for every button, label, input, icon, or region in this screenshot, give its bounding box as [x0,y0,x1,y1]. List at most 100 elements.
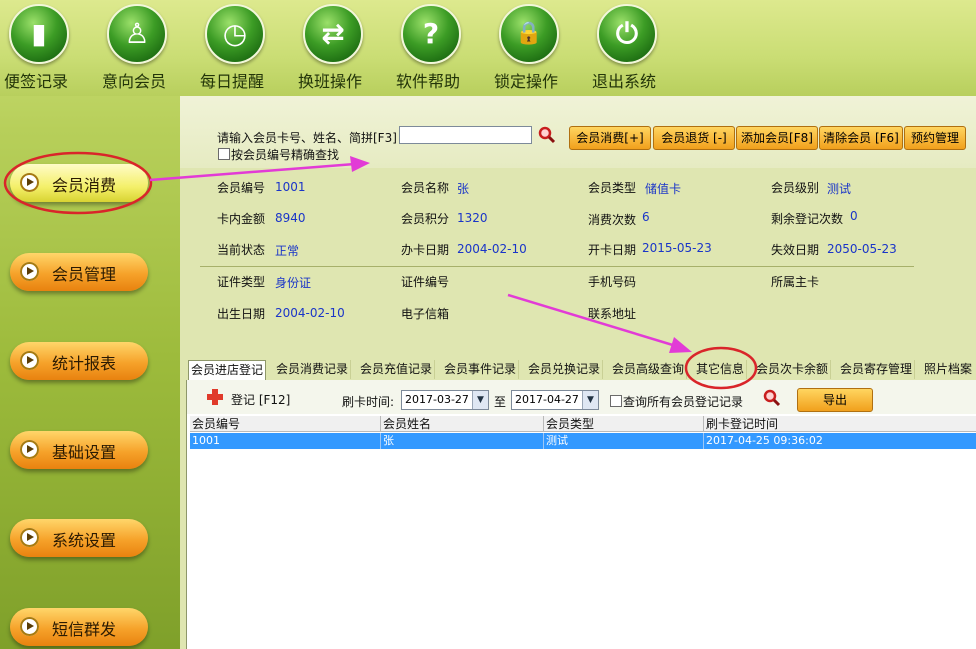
field-value: 正常 [275,244,300,258]
field-label: 会员编号 [217,181,266,195]
toolbar-prospects-button[interactable]: ♙ 意向会员 [98,0,188,96]
field-value: 2004-02-10 [275,306,345,320]
toolbar-label: 退出系统 [591,72,656,91]
table-row[interactable]: 1001 张 测试 2017-04-25 09:36:02 [190,433,976,449]
query-all-checkbox[interactable] [610,395,622,407]
nav-reports[interactable]: 统计报表 [10,342,148,380]
nav-basic-settings[interactable]: 基础设置 [10,431,148,469]
toolbar-exit-button[interactable]: ⏻ 退出系统 [588,0,678,96]
play-icon [20,528,39,547]
date-to-picker[interactable]: 2017-04-27 ▼ [511,390,599,410]
play-icon [20,351,39,370]
field-value: 储值卡 [645,182,682,196]
toolbar-label: 软件帮助 [395,72,460,91]
tab-storage[interactable]: 会员寄存管理 [838,360,916,379]
toolbar-notes-button[interactable]: ▮ 便签记录 [0,0,90,96]
column-header[interactable]: 会员类型 [544,416,704,432]
date-to-value: 2017-04-27 [515,393,579,406]
tab-recharge-records[interactable]: 会员充值记录 [358,360,436,379]
nav-label: 短信群发 [52,620,117,639]
checkin-grid-area: 登记 [F12] 刷卡时间: 2017-03-27 ▼ 至 2017-04-27… [186,380,976,649]
nav-label: 统计报表 [52,354,117,373]
field-label: 会员类型 [588,181,637,195]
exact-search-label: 按会员编号精确查找 [231,148,340,162]
field-value: 6 [642,210,650,224]
field-value: 身份证 [275,276,312,290]
tab-exchange-records[interactable]: 会员兑换记录 [526,360,604,379]
field-label: 会员级别 [771,181,820,195]
field-label: 消费次数 [588,213,637,227]
field-value: 8940 [275,211,306,225]
field-label: 手机号码 [588,275,637,289]
query-all-label: 查询所有会员登记记录 [623,395,744,409]
help-icon: ? [401,4,461,64]
nav-label: 会员消费 [52,176,117,195]
field-label: 证件编号 [401,275,450,289]
field-label: 会员积分 [401,212,450,226]
field-value: 2015-05-23 [642,241,712,255]
search-input[interactable] [399,126,532,144]
tab-other-info[interactable]: 其它信息 [694,360,748,379]
nav-sms[interactable]: 短信群发 [10,608,148,646]
field-label: 剩余登记次数 [771,212,844,226]
toolbar-shift-button[interactable]: ⇄ 换班操作 [294,0,384,96]
toolbar-label: 换班操作 [297,72,362,91]
tab-photos[interactable]: 照片档案 [922,360,974,379]
chevron-down-icon[interactable]: ▼ [472,391,488,409]
column-header[interactable]: 刷卡登记时间 [704,416,976,432]
to-label: 至 [494,395,507,409]
play-icon [20,173,39,192]
grid-toolbar: 登记 [F12] 刷卡时间: 2017-03-27 ▼ 至 2017-04-27… [187,380,976,414]
column-header[interactable]: 会员编号 [190,416,381,432]
reservation-button[interactable]: 预约管理 [904,126,966,150]
divider [200,266,914,267]
field-value: 测试 [827,182,852,196]
field-label: 电子信箱 [401,307,450,321]
member-info: 会员编号 1001 会员名称 张 会员类型 储值卡 会员级别 测试 卡内金额 8… [180,168,976,338]
register-button[interactable]: 登记 [F12] [231,391,290,408]
toolbar-label: 便签记录 [3,72,68,91]
column-header[interactable]: 会员姓名 [381,416,544,432]
toolbar-lock-button[interactable]: 🔒 锁定操作 [490,0,580,96]
search-icon[interactable] [763,389,781,407]
member-consume-button[interactable]: 会员消费[+] [569,126,651,150]
add-member-button[interactable]: 添加会员[F8] [736,126,818,150]
toolbar-label: 锁定操作 [493,72,558,91]
member-return-button[interactable]: 会员退货 [-] [653,126,735,150]
toolbar-label: 意向会员 [101,72,166,91]
play-icon [20,440,39,459]
nav-label: 基础设置 [52,443,117,462]
tab-event-records[interactable]: 会员事件记录 [442,360,520,379]
field-value: 2050-05-23 [827,242,897,256]
exact-search-checkbox[interactable] [218,148,230,160]
clear-member-button[interactable]: 清除会员 [F6] [819,126,903,150]
tab-advanced-query[interactable]: 会员高级查询 [610,360,688,379]
nav-system-settings[interactable]: 系统设置 [10,519,148,557]
date-from-value: 2017-03-27 [405,393,469,406]
nav-label: 系统设置 [52,531,117,550]
field-value: 2004-02-10 [457,242,527,256]
tab-checkin[interactable]: 会员进店登记 [188,360,267,380]
toolbar-reminder-button[interactable]: ◷ 每日提醒 [196,0,286,96]
swap-arrows-icon: ⇄ [303,4,363,64]
field-label: 当前状态 [217,243,266,257]
field-value: 张 [457,182,470,196]
nav-member-consume[interactable]: 会员消费 [10,164,148,202]
toolbar-help-button[interactable]: ? 软件帮助 [392,0,482,96]
tab-times-card-balance[interactable]: 会员次卡余额 [754,360,832,379]
top-toolbar: ▮ 便签记录 ♙ 意向会员 ◷ 每日提醒 ⇄ 换班操作 ? 软件帮助 🔒 锁定操… [0,0,976,96]
search-icon[interactable] [538,126,556,144]
add-icon[interactable] [207,389,223,405]
table-cell: 1001 [190,433,381,449]
power-icon: ⏻ [597,4,657,64]
play-icon [20,262,39,281]
field-label: 会员名称 [401,181,450,195]
field-label: 开卡日期 [588,243,637,257]
date-from-picker[interactable]: 2017-03-27 ▼ [401,390,489,410]
table-cell: 张 [381,433,544,449]
nav-member-manage[interactable]: 会员管理 [10,253,148,291]
export-button[interactable]: 导出 [797,388,873,412]
chevron-down-icon[interactable]: ▼ [582,391,598,409]
tab-consume-records[interactable]: 会员消费记录 [274,360,352,379]
tab-strip: 会员进店登记 会员消费记录 会员充值记录 会员事件记录 会员兑换记录 会员高级查… [186,360,976,380]
